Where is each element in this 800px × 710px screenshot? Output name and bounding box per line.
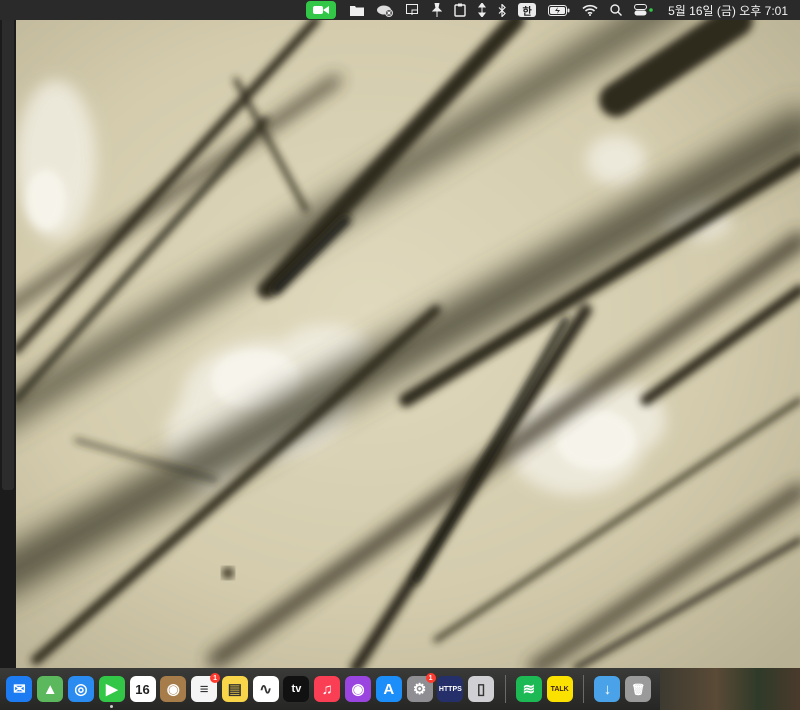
notes-glyph: ▤ (227, 681, 242, 698)
facetime-glyph: ▶ (105, 681, 118, 698)
facetime-icon[interactable]: ▶ (98, 676, 125, 708)
apple-tv-icon[interactable]: tv (283, 676, 310, 702)
music-glyph: ♫ (321, 680, 333, 698)
contacts-glyph: ◉ (166, 681, 180, 698)
clipboard-icon[interactable] (454, 0, 466, 20)
iphone-mirroring-glyph: ▯ (476, 681, 486, 698)
control-center-icon[interactable] (634, 0, 654, 20)
dock-separator (583, 675, 585, 703)
cloud-icon[interactable] (376, 0, 394, 20)
battery-icon[interactable] (548, 0, 570, 20)
mail-glyph: ✉ (13, 681, 26, 698)
kakaotalk-icon[interactable]: TALK (546, 676, 573, 702)
downloads-folder-glyph: ↓ (603, 680, 612, 698)
podcasts-glyph: ◉ (351, 681, 365, 698)
trash-glyph: 🗑 (631, 683, 646, 696)
https-icon[interactable]: HTTPS (437, 676, 464, 702)
wifi-icon[interactable] (582, 0, 598, 20)
maps-glyph: ▲ (42, 680, 58, 698)
mail-icon[interactable]: ✉ (6, 676, 33, 702)
safari-icon[interactable]: ◎ (67, 676, 94, 702)
notification-badge: 1 (425, 673, 436, 683)
reminders-icon[interactable]: ≡ 1 (191, 673, 221, 702)
app-store-glyph: A (383, 680, 395, 698)
spotlight-icon[interactable] (610, 0, 623, 20)
maps-icon[interactable]: ▲ (37, 676, 64, 702)
screen-capture-icon[interactable] (406, 0, 420, 20)
freeform-icon[interactable]: ∿ (252, 676, 279, 702)
settings-icon[interactable]: ⚙ 1 (406, 673, 436, 702)
pin-icon[interactable] (432, 0, 443, 20)
trash-icon[interactable]: 🗑 (625, 676, 652, 702)
dock: ✉ ▲ ◎ ▶ 16 ◉ ≡ 1 ▤ ∿ tv ♫ ◉ A ⚙ 1 HTTPS ▯ ≋ TALK ↓ 🗑 (0, 668, 800, 710)
contacts-icon[interactable]: ◉ (160, 676, 187, 702)
spotify-glyph: ≋ (522, 681, 536, 698)
safari-glyph: ◎ (74, 681, 88, 698)
menu-bar-clock[interactable]: 5월 16일 (금) 오후 7:01 (668, 0, 788, 20)
notes-icon[interactable]: ▤ (221, 676, 248, 702)
notification-badge: 1 (210, 673, 221, 683)
apple-tv-glyph: tv (291, 683, 302, 695)
arrows-icon[interactable] (478, 0, 487, 20)
facetime-icon[interactable] (306, 1, 337, 19)
calendar-glyph: 16 (135, 681, 150, 697)
https-glyph: HTTPS (438, 685, 462, 693)
iphone-mirroring-icon[interactable]: ▯ (468, 676, 495, 702)
dock-separator (504, 675, 506, 703)
bluetooth-icon[interactable] (498, 0, 506, 20)
spotify-icon[interactable]: ≋ (515, 676, 542, 702)
freeform-glyph: ∿ (259, 681, 272, 698)
folder-icon[interactable] (350, 0, 365, 20)
menu-bar: 한 5월 16일 (금) 오후 7:01 (0, 0, 800, 20)
kakaotalk-glyph: TALK (550, 685, 569, 693)
podcasts-icon[interactable]: ◉ (344, 676, 371, 702)
app-store-icon[interactable]: A (375, 676, 402, 702)
window-edge-highlight (2, 20, 14, 490)
window-edge (0, 20, 16, 668)
reminders-glyph: ≡ (199, 680, 209, 698)
running-indicator (110, 705, 114, 708)
microscope-photo (16, 20, 800, 668)
music-icon[interactable]: ♫ (314, 676, 341, 702)
input-source-icon[interactable]: 한 (518, 3, 537, 18)
calendar-icon[interactable]: 16 (129, 676, 156, 702)
hair-photo-illustration (16, 20, 800, 668)
wallpaper-corner (660, 668, 800, 710)
downloads-folder-icon[interactable]: ↓ (594, 676, 621, 702)
settings-glyph: ⚙ (412, 681, 427, 698)
